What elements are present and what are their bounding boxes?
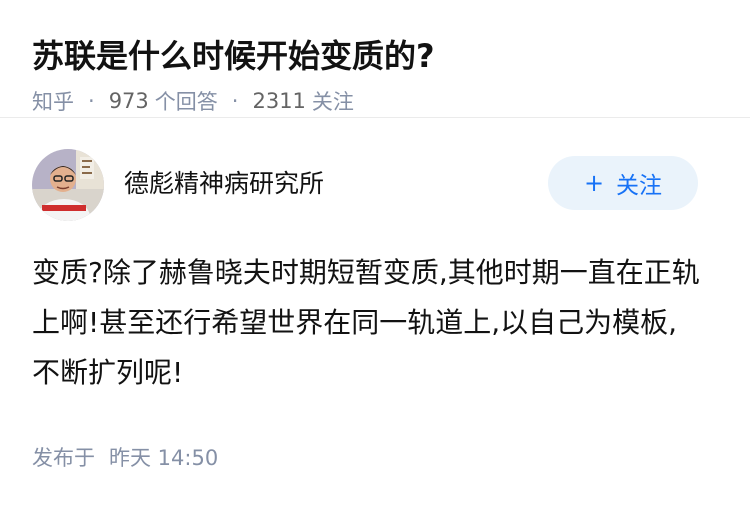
avatar-image (32, 149, 104, 221)
plus-icon: + (583, 169, 605, 197)
follow-button-label: 关注 (616, 173, 663, 199)
meta-separator: · (231, 89, 239, 113)
author-name[interactable]: 德彪精神病研究所 (124, 164, 324, 200)
follow-count-label: 关注 (311, 90, 354, 114)
answer-count-label[interactable]: 个回答 (155, 86, 218, 116)
meta-separator: · (88, 89, 95, 113)
author-row: 德彪精神病研究所 + 关注 (32, 148, 718, 222)
follow-button[interactable]: + 关注 (548, 156, 698, 210)
source-label[interactable]: 知乎 (32, 86, 74, 116)
published-time: 昨天 14:50 (109, 446, 219, 470)
question-header: 苏联是什么时候开始变质的? 知乎 · 973 个回答 · 2311 关注 (0, 0, 750, 118)
question-title[interactable]: 苏联是什么时候开始变质的? (32, 34, 718, 78)
answer-content[interactable]: 变质?除了赫鲁晓夫时期短暂变质,其他时期一直在正轨上啊!甚至还行希望世界在同一轨… (32, 248, 702, 398)
published-label: 发布于 (32, 446, 95, 470)
follow-count: 2311 (252, 89, 306, 113)
answer-footer: 发布于 昨天 14:50 (32, 442, 718, 472)
answer-card: 德彪精神病研究所 + 关注 变质?除了赫鲁晓夫时期短暂变质,其他时期一直在正轨上… (0, 118, 750, 472)
answer-count: 973 (108, 89, 149, 113)
avatar[interactable] (32, 149, 104, 221)
question-meta: 知乎 · 973 个回答 · 2311 关注 (32, 86, 718, 116)
